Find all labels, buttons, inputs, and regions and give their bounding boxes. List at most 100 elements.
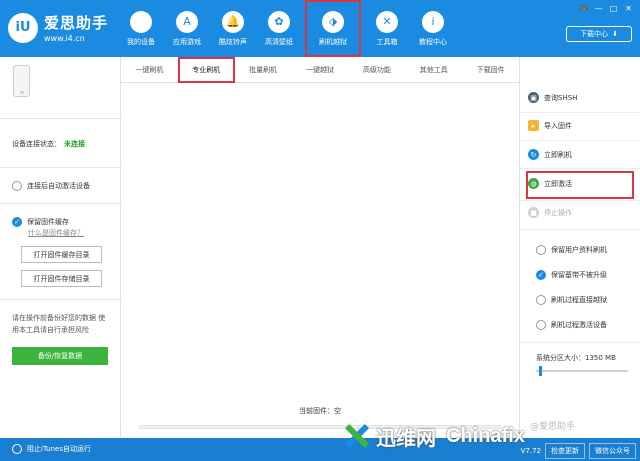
action-label: 停止操作 — [544, 208, 572, 217]
app-name: 爱思助手 — [44, 14, 109, 32]
divider — [520, 229, 640, 230]
divider — [0, 203, 121, 204]
phone-icon — [13, 65, 30, 97]
status-badge: 未连接 — [64, 140, 85, 148]
watermark-i4: @爱思助手 — [530, 422, 576, 432]
right-panel: ▣ 查询SHSH ▸ 导入固件 ↻ 立即刷机 ◍ 立即激活 ■ 停止操作 保留用… — [519, 57, 640, 438]
backup-restore-button[interactable]: 备份/恢复数据 — [12, 347, 108, 365]
bell-icon: 🔔 — [222, 10, 244, 33]
radio-icon[interactable] — [536, 245, 546, 255]
download-icon: ⬇ — [612, 30, 618, 38]
radio-icon[interactable] — [12, 444, 22, 454]
globe-icon: ◍ — [528, 178, 539, 189]
divider — [0, 167, 121, 168]
window-controls: 🎮 — □ ✕ — [578, 4, 634, 13]
nav-label: 工具箱 — [376, 37, 398, 46]
activate-during-flash-option[interactable]: 刷机过程激活设备 — [536, 320, 607, 330]
block-itunes-option[interactable]: 阻止iTunes自动运行 — [12, 444, 91, 454]
nav-label: 酷炫铃声 — [219, 37, 247, 46]
flower-icon: ✿ — [268, 10, 290, 33]
current-firmware-label: 当前固件：空 — [299, 407, 341, 415]
download-center-label: 下载中心 — [580, 30, 609, 38]
nav-label: 高清壁纸 — [265, 37, 293, 46]
check-icon[interactable]: ✓ — [536, 270, 546, 280]
close-icon[interactable]: ✕ — [623, 4, 634, 13]
tab-one-click-flash[interactable]: 一键刷机 — [121, 57, 178, 82]
divider — [520, 140, 640, 141]
radio-icon[interactable] — [536, 295, 546, 305]
keep-cache-option[interactable]: ✓ 保留固件缓存 — [12, 217, 69, 227]
watermark-en: Chinafix — [446, 424, 525, 447]
left-panel: 设备连接状态： 未连接 连接后自动激活设备 ✓ 保留固件缓存 什么是固件缓存？ 打… — [0, 57, 121, 438]
wechat-button[interactable]: 微信公众号 — [589, 443, 636, 459]
query-shsh-button[interactable]: ▣ 查询SHSH — [528, 92, 577, 103]
keep-baseband-option[interactable]: ✓ 保留基带不被升级 — [536, 270, 607, 280]
main-nav: 我的设备 A 应用游戏 🔔 酷炫铃声 ✿ 高清壁纸 ⬗ 刷机越狱 ✕ 工具箱 i… — [118, 0, 456, 57]
nav-my-device[interactable]: 我的设备 — [118, 0, 164, 57]
bottom-right-controls: V7.72 检查更新 微信公众号 — [521, 443, 636, 459]
tab-one-click-jailbreak[interactable]: 一键越狱 — [292, 57, 349, 82]
shsh-icon: ▣ — [528, 92, 539, 103]
auto-activate-option[interactable]: 连接后自动激活设备 — [12, 181, 90, 191]
folder-icon: ▸ — [528, 120, 539, 131]
activate-now-button[interactable]: ◍ 立即激活 — [528, 178, 572, 189]
nav-label: 教程中心 — [419, 37, 447, 46]
partition-size: 系统分区大小：1350 MB — [536, 353, 616, 363]
app-url: www.i4.cn — [44, 34, 85, 43]
risk-warning: 请在操作前备份好您的数据 使用本工具请自行承担风险 — [12, 314, 106, 334]
option-label: 刷机过程激活设备 — [551, 321, 607, 329]
status-bar: 阻止iTunes自动运行 V7.72 检查更新 微信公众号 — [0, 438, 640, 461]
nav-label: 刷机越狱 — [319, 37, 347, 46]
keep-user-data-option[interactable]: 保留用户资料刷机 — [536, 245, 607, 255]
app-logo: iU 爱思助手 www.i4.cn — [8, 12, 108, 43]
nav-flash-jailbreak[interactable]: ⬗ 刷机越狱 — [305, 0, 361, 57]
stop-operation-button[interactable]: ■ 停止操作 — [528, 207, 572, 218]
chinafix-logo-icon — [340, 420, 372, 452]
open-store-dir-button[interactable]: 打开固件存储目录 — [21, 270, 102, 287]
logo-mark-icon: iU — [8, 12, 38, 43]
maximize-icon[interactable]: □ — [608, 4, 619, 13]
firmware-area: 当前固件：空 — [121, 83, 519, 438]
what-is-cache-link[interactable]: 什么是固件缓存？ — [28, 228, 84, 238]
flash-now-button[interactable]: ↻ 立即刷机 — [528, 149, 572, 160]
tab-advanced[interactable]: 高级功能 — [348, 57, 405, 82]
open-cache-dir-button[interactable]: 打开固件缓存目录 — [21, 246, 102, 263]
nav-label: 我的设备 — [127, 37, 155, 46]
block-itunes-label: 阻止iTunes自动运行 — [27, 445, 91, 453]
divider — [520, 342, 640, 343]
tab-batch-flash[interactable]: 批量刷机 — [235, 57, 292, 82]
dropbox-icon: ⬗ — [322, 10, 344, 33]
option-label: 刷机过程直接越狱 — [551, 296, 607, 304]
tools-icon: ✕ — [376, 10, 398, 33]
nav-ringtones[interactable]: 🔔 酷炫铃声 — [210, 0, 256, 57]
download-center-button[interactable]: 下载中心 ⬇ — [566, 26, 632, 42]
connection-label: 设备连接状态： — [12, 140, 61, 148]
nav-wallpapers[interactable]: ✿ 高清壁纸 — [256, 0, 302, 57]
divider — [0, 299, 121, 300]
option-label: 保留基带不被升级 — [551, 271, 607, 279]
connection-status: 设备连接状态： 未连接 — [12, 139, 85, 149]
tab-download-firmware[interactable]: 下载固件 — [462, 57, 519, 82]
radio-icon[interactable] — [12, 181, 22, 191]
import-firmware-button[interactable]: ▸ 导入固件 — [528, 120, 572, 131]
divider — [520, 112, 640, 113]
divider — [520, 200, 640, 201]
action-label: 立即刷机 — [544, 150, 572, 159]
tab-pro-flash[interactable]: 专业刷机 — [177, 57, 235, 83]
game-icon[interactable]: 🎮 — [578, 4, 589, 13]
check-update-button[interactable]: 检查更新 — [545, 443, 585, 459]
check-icon[interactable]: ✓ — [12, 217, 22, 227]
nav-apps-games[interactable]: A 应用游戏 — [164, 0, 210, 57]
tab-other-tools[interactable]: 其他工具 — [405, 57, 462, 82]
nav-toolbox[interactable]: ✕ 工具箱 — [364, 0, 410, 57]
watermark-cn: 迅维网 — [376, 425, 436, 450]
radio-icon[interactable] — [536, 320, 546, 330]
nav-tutorials[interactable]: i 教程中心 — [410, 0, 456, 57]
divider — [520, 168, 640, 169]
keep-cache-label: 保留固件缓存 — [27, 218, 69, 226]
minimize-icon[interactable]: — — [593, 4, 604, 13]
slider-handle[interactable] — [539, 366, 542, 376]
partition-slider[interactable] — [536, 370, 628, 372]
jailbreak-during-flash-option[interactable]: 刷机过程直接越狱 — [536, 295, 607, 305]
auto-activate-label: 连接后自动激活设备 — [27, 182, 90, 190]
